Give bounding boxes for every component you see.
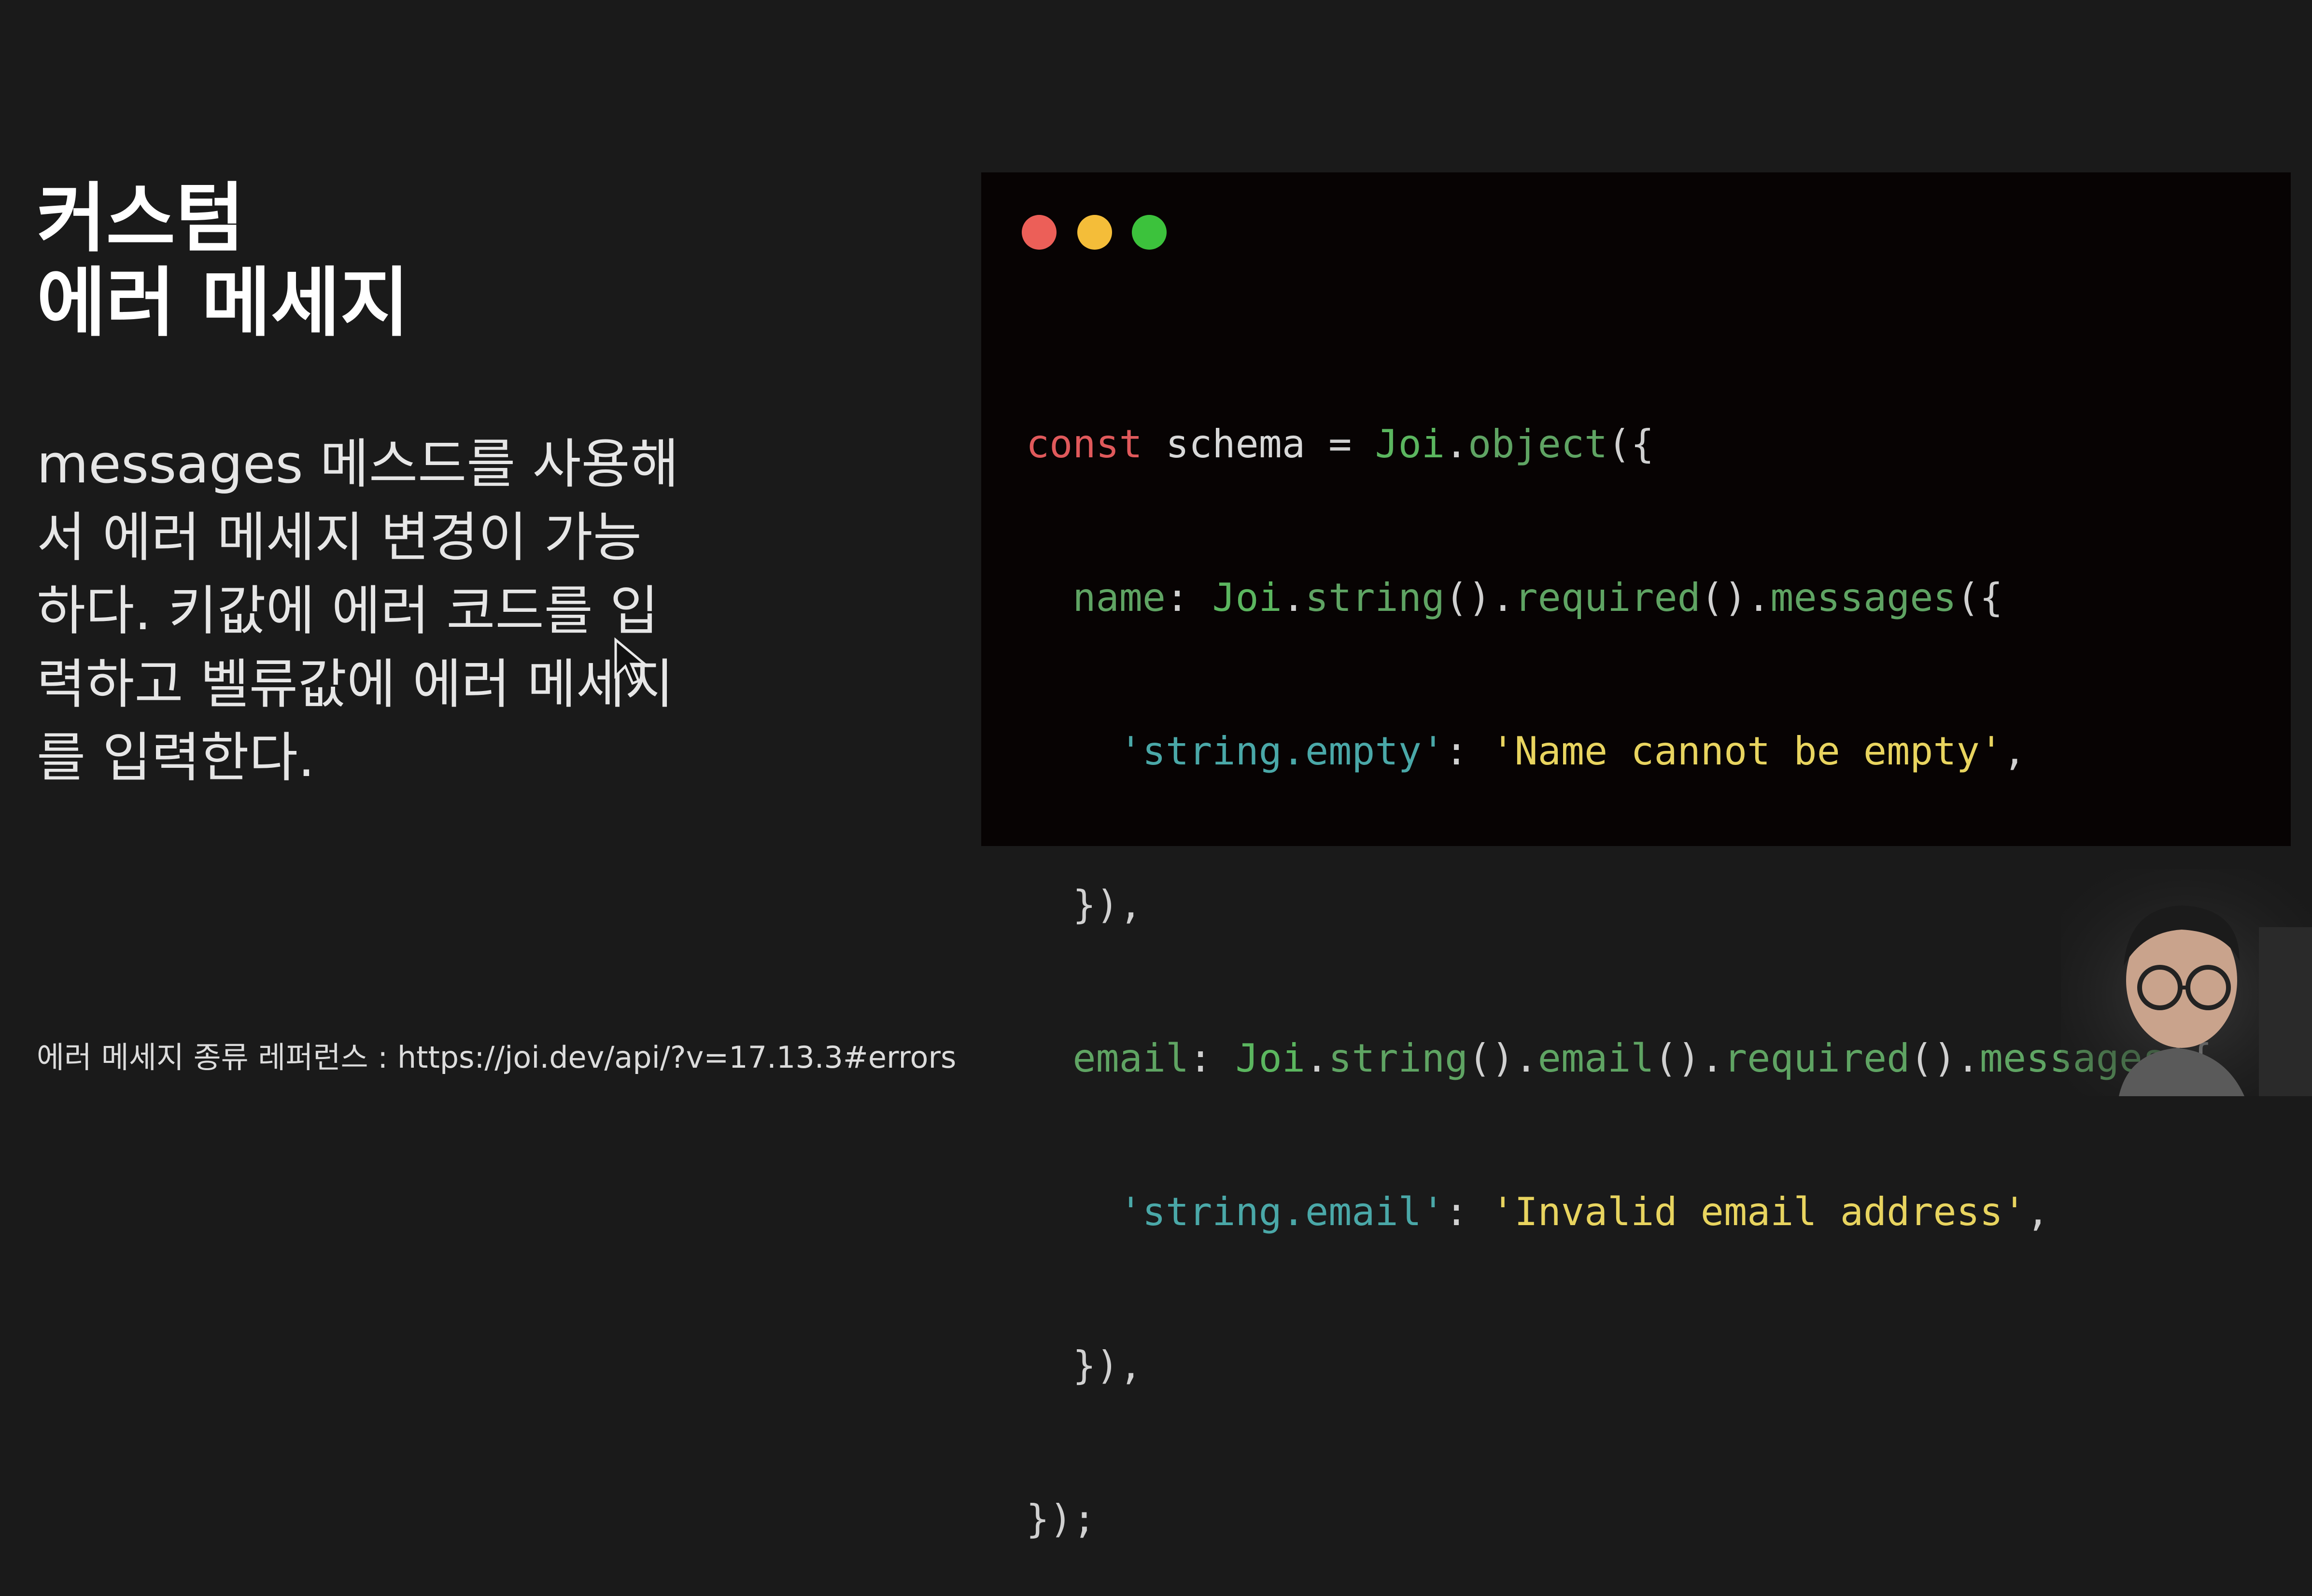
window-maximize-dot-icon <box>1132 215 1167 250</box>
code-method: string <box>1328 1036 1468 1081</box>
code-identifier: schema <box>1166 422 1305 466</box>
window-close-dot-icon <box>1022 215 1057 250</box>
code-line: 'string.empty': 'Name cannot be empty', <box>1026 726 2212 777</box>
code-method: required <box>1514 575 1701 620</box>
code-line: name: Joi.string().required().messages({ <box>1026 572 2212 623</box>
code-line: }); <box>1026 1494 2212 1545</box>
code-punctuation: , <box>2002 729 2027 774</box>
code-punctuation: . <box>1282 575 1305 620</box>
code-punctuation: ({ <box>1607 422 1654 466</box>
code-method: messages <box>1770 575 1957 620</box>
code-punctuation: : <box>1444 729 1468 774</box>
presenter-webcam <box>2061 869 2312 1096</box>
slide-description: messages 메스드를 사용해 서 에러 메세지 변경이 가능 하다. 키값… <box>37 433 679 789</box>
code-punctuation: . <box>1305 1036 1329 1081</box>
code-property: email <box>1072 1036 1189 1081</box>
code-string-key: 'string.email' <box>1119 1189 1445 1234</box>
code-line: 'string.email': 'Invalid email address', <box>1026 1186 2212 1238</box>
code-punctuation: (). <box>1654 1036 1724 1081</box>
slide-title-line: 커스텀 <box>37 174 245 262</box>
code-method: email <box>1537 1036 1654 1081</box>
code-method: required <box>1723 1036 1910 1081</box>
code-line: }), <box>1026 1340 2212 1391</box>
code-string-key: 'string.empty' <box>1119 729 1445 774</box>
code-line: email: Joi.string().email().required().m… <box>1026 1033 2212 1084</box>
code-punctuation: : <box>1189 1036 1212 1081</box>
code-punctuation: (). <box>1700 575 1771 620</box>
code-string: 'Invalid email address' <box>1491 1189 2027 1234</box>
code-object: Joi <box>1235 1036 1306 1081</box>
code-punctuation: (). <box>1468 1036 1538 1081</box>
code-line: const schema = Joi.object({ <box>1026 419 2212 470</box>
code-line: }), <box>1026 879 2212 931</box>
code-method: string <box>1305 575 1445 620</box>
code-string: 'Name cannot be empty' <box>1491 729 2003 774</box>
code-punctuation: }), <box>1072 882 1142 927</box>
code-punctuation: : <box>1165 575 1189 620</box>
code-method: object <box>1468 422 1608 466</box>
code-property: name <box>1072 575 1166 620</box>
code-punctuation: (). <box>1444 575 1515 620</box>
code-punctuation: , <box>2026 1189 2050 1234</box>
code-operator: = <box>1328 422 1352 466</box>
code-keyword: const <box>1026 422 1142 466</box>
code-punctuation: (). <box>1910 1036 1980 1081</box>
code-punctuation: . <box>1445 422 1468 466</box>
slide-title: 커스텀 에러 메세지 <box>37 176 409 345</box>
slide-title-line: 에러 메세지 <box>37 259 409 347</box>
mouse-pointer-icon <box>614 637 647 685</box>
code-punctuation: ({ <box>1956 575 2003 620</box>
code-punctuation: }); <box>1026 1497 1096 1541</box>
code-punctuation: : <box>1444 1189 1468 1234</box>
window-minimize-dot-icon <box>1077 215 1112 250</box>
reference-link-text: 에러 메세지 종류 레퍼런스 : https://joi.dev/api/?v=… <box>37 1040 957 1075</box>
code-punctuation: }), <box>1072 1343 1142 1388</box>
code-object: Joi <box>1375 422 1445 466</box>
code-block: const schema = Joi.object({ name: Joi.st… <box>1026 316 2212 1596</box>
code-object: Joi <box>1212 575 1282 620</box>
